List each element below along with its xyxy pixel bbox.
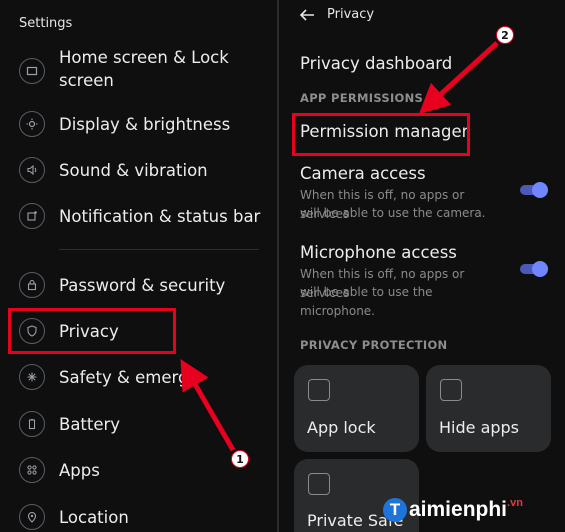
watermark-tld: .vn: [507, 497, 523, 509]
watermark: Taimienphi.vn: [383, 497, 523, 523]
step-badge-1: 1: [231, 450, 249, 468]
watermark-logo: T: [383, 498, 407, 523]
step-badge-2: 2: [496, 26, 514, 44]
annotation-arrows: [180, 41, 499, 452]
arrow-to-privacy: [180, 359, 236, 452]
arrow-to-permission-manager: [418, 41, 499, 115]
watermark-brand: aimienphi: [409, 498, 508, 521]
